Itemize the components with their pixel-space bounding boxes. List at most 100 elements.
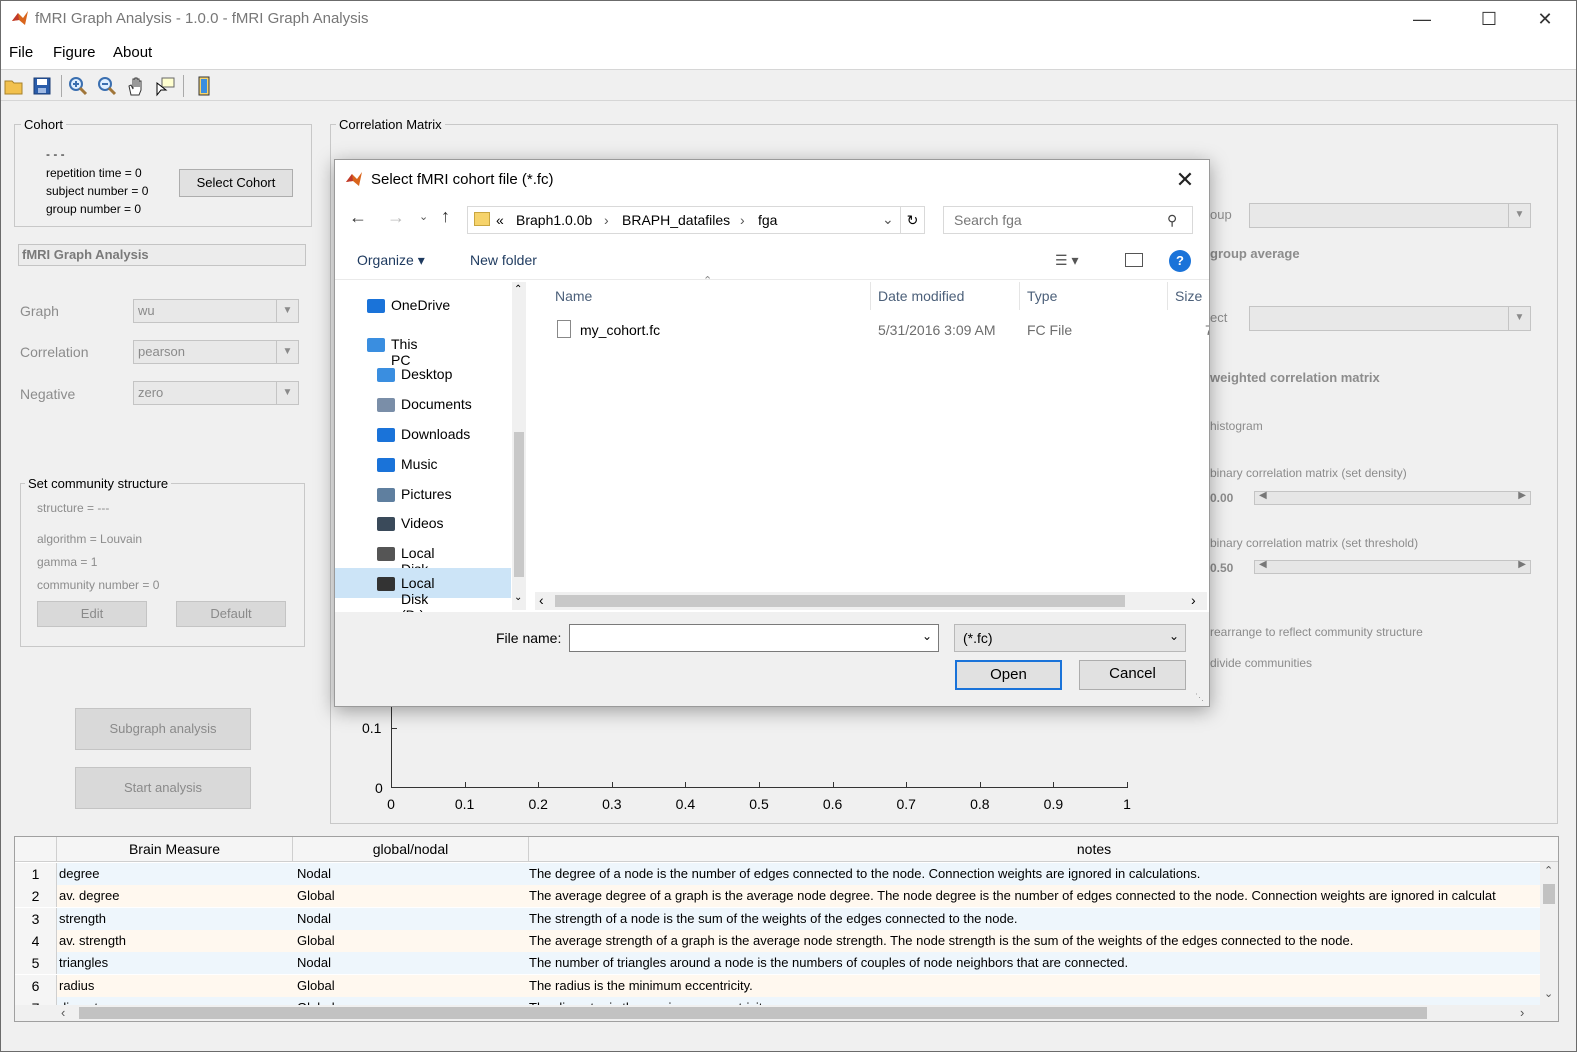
graph-select[interactable]: wu ▼ [133, 299, 299, 323]
recent-locations-chevron-icon[interactable]: ⌄ [419, 210, 428, 223]
divide-communities-option[interactable]: divide communities [1210, 656, 1312, 670]
nav-item[interactable]: Music [401, 456, 438, 472]
preview-pane-icon[interactable] [1125, 253, 1143, 267]
menu-about[interactable]: About [113, 44, 152, 61]
column-header-type[interactable]: global/nodal [293, 837, 529, 862]
file-type-filter[interactable]: (*.fc) ⌄ [954, 624, 1186, 652]
correlation-select-value: pearson [138, 344, 185, 359]
scroll-thumb[interactable] [1543, 884, 1555, 904]
organize-button[interactable]: Organize ▾ [357, 252, 425, 269]
resize-grip-icon[interactable]: ⋱ [1195, 692, 1204, 703]
nav-item[interactable]: Documents [401, 396, 472, 412]
column-name[interactable]: Name [555, 288, 592, 304]
column-type[interactable]: Type [1027, 288, 1057, 304]
this-pc-icon [367, 338, 385, 352]
help-icon[interactable]: ? [1169, 250, 1191, 272]
table-row[interactable]: 2 av. degree Global The average degree of a… [15, 885, 1540, 908]
nav-item[interactable]: OneDrive [391, 297, 450, 313]
nav-item[interactable]: Videos [401, 515, 444, 531]
window-title: fMRI Graph Analysis - 1.0.0 - fMRI Graph… [35, 10, 369, 27]
dialog-close-button[interactable]: ✕ [1169, 166, 1201, 194]
breadcrumb-fga[interactable]: fga [758, 212, 777, 228]
breadcrumb-overflow[interactable]: « [496, 212, 504, 228]
repetition-time: repetition time = 0 [46, 166, 142, 180]
correlation-panel-title: Correlation Matrix [336, 117, 445, 132]
column-date[interactable]: Date modified [878, 288, 964, 304]
binary-threshold-option[interactable]: binary correlation matrix (set threshold… [1210, 536, 1418, 550]
view-options-icon[interactable]: ☰ ▾ [1055, 252, 1078, 269]
table-row[interactable]: 3 strength Nodal The strength of a node is … [15, 907, 1540, 930]
file-list-scrollbar[interactable]: ‹ › [535, 592, 1207, 610]
weighted-matrix-option[interactable]: weighted correlation matrix [1210, 370, 1380, 385]
histogram-option[interactable]: histogram [1210, 419, 1263, 433]
subject-select[interactable]: ▼ [1249, 306, 1531, 331]
chevron-down-icon[interactable]: ⌄ [882, 211, 894, 228]
nav-item[interactable]: Desktop [401, 366, 452, 382]
videos-icon [377, 517, 395, 531]
filename-input[interactable]: ⌄ [569, 624, 939, 652]
cancel-button[interactable]: Cancel [1079, 660, 1186, 690]
title-bar: fMRI Graph Analysis - 1.0.0 - fMRI Graph… [1, 1, 1576, 37]
nav-item[interactable]: This PC [391, 336, 417, 368]
new-folder-button[interactable]: New folder [470, 252, 537, 268]
search-input[interactable]: Search fga [943, 206, 1193, 234]
correlation-select[interactable]: pearson ▼ [133, 340, 299, 364]
maximize-button[interactable]: ☐ [1466, 5, 1512, 33]
refresh-icon[interactable]: ↻ [900, 207, 924, 233]
breadcrumb-braph[interactable]: Braph1.0.0b [516, 212, 592, 228]
data-cursor-icon[interactable] [154, 75, 176, 97]
start-analysis-button[interactable]: Start analysis [75, 767, 251, 809]
up-arrow-icon[interactable]: ↑ [441, 206, 450, 227]
threshold-value-field[interactable]: 0.50 [1210, 561, 1233, 575]
table-row[interactable]: 4 av. strength Global The average strength … [15, 929, 1540, 952]
density-value-field[interactable]: 0.00 [1210, 491, 1233, 505]
nav-scrollbar[interactable]: ⌃ ⌄ [512, 282, 526, 610]
default-community-button[interactable]: Default [176, 601, 286, 627]
select-cohort-button[interactable]: Select Cohort [179, 169, 293, 197]
zoom-out-icon[interactable] [96, 75, 118, 97]
cell-notes: The average strength of a graph is the a… [529, 932, 1354, 948]
chevron-right-icon: › [1191, 592, 1196, 608]
back-arrow-icon[interactable]: ← [349, 207, 367, 228]
dialog-title: Select fMRI cohort file (*.fc) [371, 171, 554, 188]
scroll-thumb[interactable] [514, 432, 524, 577]
table-row[interactable]: 5 triangles Nodal The number of triangles a… [15, 952, 1540, 975]
subgraph-analysis-button[interactable]: Subgraph analysis [75, 708, 251, 750]
address-bar[interactable]: « Braph1.0.0b › BRAPH_datafiles › fga ⌄ … [467, 206, 925, 234]
menu-figure[interactable]: Figure [53, 44, 96, 61]
table-vertical-scrollbar[interactable]: ⌃ ⌄ [1540, 862, 1558, 1005]
open-button[interactable]: Open [955, 660, 1062, 690]
chevron-down-icon: ▼ [1508, 204, 1530, 227]
column-size[interactable]: Size [1175, 288, 1202, 304]
group-select[interactable]: ▼ [1249, 203, 1531, 228]
chevron-down-icon[interactable]: ⌄ [922, 629, 932, 643]
scroll-thumb[interactable] [79, 1007, 1427, 1019]
table-horizontal-scrollbar[interactable]: ‹ › [15, 1005, 1558, 1021]
edit-community-button[interactable]: Edit [37, 601, 147, 627]
table-row[interactable]: 6 radius Global The radius is the minimum e… [15, 974, 1540, 997]
minimize-button[interactable]: — [1399, 5, 1445, 33]
column-header-notes[interactable]: notes [529, 837, 1558, 862]
menu-file[interactable]: File [9, 44, 33, 61]
column-header-measure[interactable]: Brain Measure [57, 837, 293, 862]
file-row[interactable]: my_cohort.fc 5/31/2016 3:09 AM FC File 7 [545, 316, 1209, 342]
density-slider[interactable]: ◀ ▶ [1254, 490, 1531, 505]
breadcrumb-datafiles[interactable]: BRAPH_datafiles [622, 212, 730, 228]
pan-icon[interactable] [125, 75, 147, 97]
nav-item[interactable]: Downloads [401, 426, 470, 442]
threshold-slider[interactable]: ◀ ▶ [1254, 559, 1531, 574]
forward-arrow-icon[interactable]: → [387, 207, 405, 228]
group-average-option[interactable]: group average [1210, 246, 1300, 261]
binary-density-option[interactable]: binary correlation matrix (set density) [1210, 466, 1407, 480]
close-button[interactable]: ✕ [1522, 5, 1568, 33]
save-icon[interactable] [31, 75, 53, 97]
rearrange-option[interactable]: rearrange to reflect community structure [1210, 625, 1423, 639]
analysis-name-field[interactable]: fMRI Graph Analysis [18, 244, 306, 266]
open-icon[interactable] [3, 75, 25, 97]
zoom-in-icon[interactable] [67, 75, 89, 97]
colorbar-icon[interactable] [193, 75, 215, 97]
scroll-thumb[interactable] [555, 595, 1125, 607]
nav-item[interactable]: Pictures [401, 486, 452, 502]
table-row[interactable]: 1 degree Nodal The degree of a node is the … [15, 863, 1540, 885]
negative-select[interactable]: zero ▼ [133, 381, 299, 405]
